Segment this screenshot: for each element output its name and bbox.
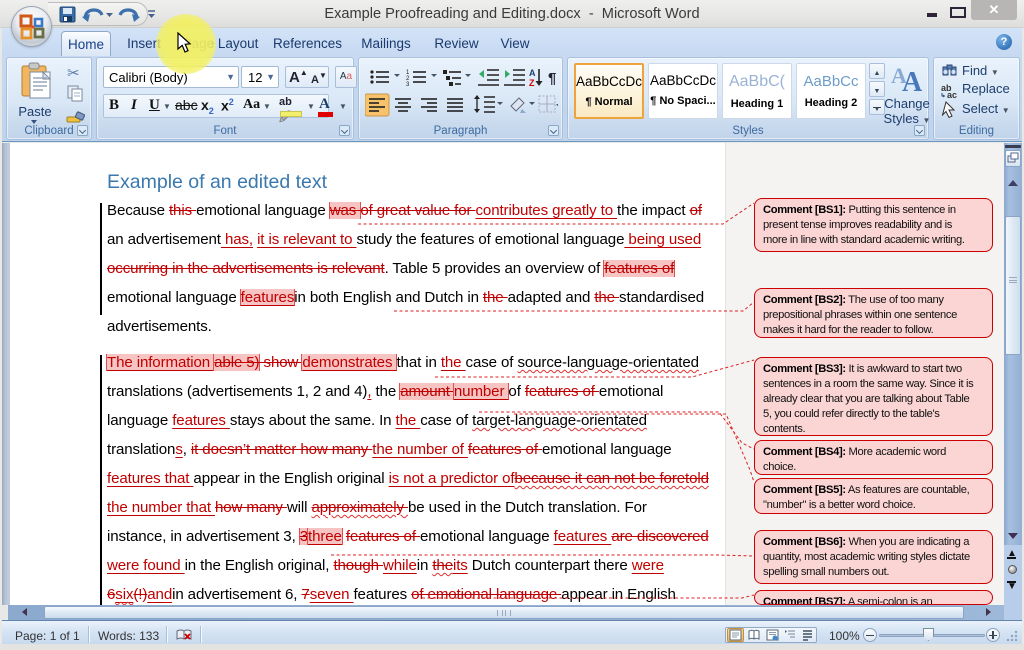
svg-text:ac: ac (947, 90, 957, 99)
svg-text:3: 3 (406, 82, 410, 88)
svg-text:Z: Z (529, 78, 535, 88)
svg-text:¶: ¶ (548, 70, 556, 87)
svg-text:A: A (902, 67, 923, 95)
svg-text:A: A (529, 68, 536, 78)
